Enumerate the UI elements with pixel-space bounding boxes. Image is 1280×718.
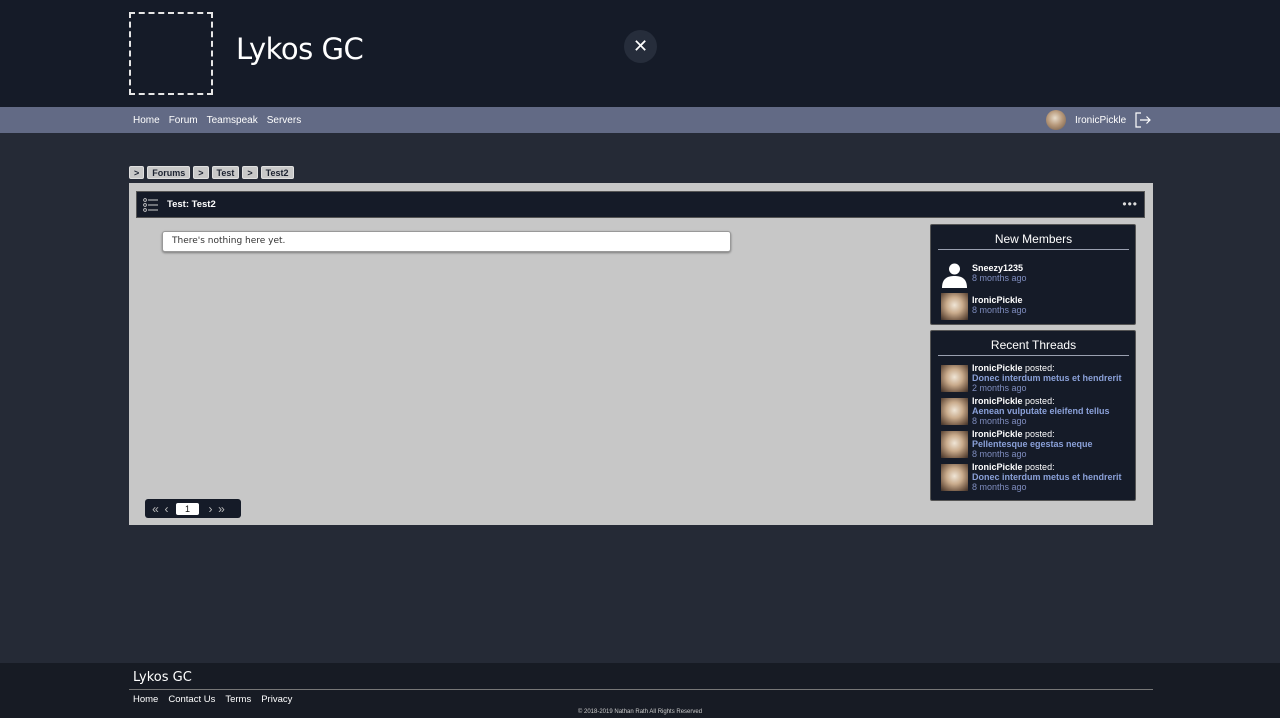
thread-author[interactable]: IronicPickle <box>972 429 1023 439</box>
logout-icon[interactable] <box>1134 111 1152 129</box>
footer-terms-link[interactable]: Terms <box>225 694 251 705</box>
thread-link[interactable]: Donec interdum metus et hendrerit <box>972 373 1122 383</box>
thread-item: IronicPickle posted: Pellentesque egesta… <box>941 429 1136 459</box>
footer-home-link[interactable]: Home <box>133 694 158 705</box>
site-header: Lykos GC ✕ <box>0 0 1280 107</box>
member-name[interactable]: Sneezy1235 <box>972 263 1023 273</box>
thread-author-avatar <box>941 365 968 392</box>
more-dots-icon[interactable]: ••• <box>1122 197 1138 211</box>
posted-label: posted: <box>1025 429 1055 439</box>
breadcrumb-forums[interactable]: Forums <box>147 166 191 179</box>
site-footer: Lykos GC Home Contact Us Terms Privacy ©… <box>0 663 1280 718</box>
nav-home[interactable]: Home <box>133 115 160 126</box>
prev-page-button[interactable]: ‹ <box>161 502 172 516</box>
thread-link[interactable]: Pellentesque egestas neque <box>972 439 1093 449</box>
widget-title: New Members <box>938 232 1129 250</box>
thread-post-line: IronicPickle posted: <box>972 396 1055 406</box>
forum-panel: Test: Test2 ••• There's nothing here yet… <box>129 183 1153 525</box>
footer-title: Lykos GC <box>133 670 192 685</box>
site-title[interactable]: Lykos GC <box>236 32 364 66</box>
last-page-button[interactable]: » <box>216 502 227 516</box>
thread-link[interactable]: Donec interdum metus et hendrerit <box>972 472 1122 482</box>
new-members-widget: New Members Sneezy1235 8 months ago Iron… <box>930 224 1136 325</box>
member-joined-time: 8 months ago <box>972 273 1027 283</box>
thread-item: IronicPickle posted: Aenean vulputate el… <box>941 396 1136 426</box>
nav-forum[interactable]: Forum <box>169 115 198 126</box>
footer-contact-link[interactable]: Contact Us <box>168 694 215 705</box>
member-avatar <box>941 293 968 320</box>
thread-time: 8 months ago <box>972 416 1027 426</box>
thread-post-line: IronicPickle posted: <box>972 462 1055 472</box>
thread-post-line: IronicPickle posted: <box>972 363 1055 373</box>
thread-time: 8 months ago <box>972 449 1027 459</box>
recent-threads-widget: Recent Threads IronicPickle posted: Done… <box>930 330 1136 501</box>
thread-author-avatar <box>941 431 968 458</box>
nav-servers[interactable]: Servers <box>267 115 301 126</box>
posted-label: posted: <box>1025 363 1055 373</box>
thread-author-avatar <box>941 398 968 425</box>
thread-post-line: IronicPickle posted: <box>972 429 1055 439</box>
site-logo-placeholder[interactable] <box>129 12 213 95</box>
next-page-button[interactable]: › <box>205 502 216 516</box>
nav-teamspeak[interactable]: Teamspeak <box>207 115 258 126</box>
pagination: « ‹ 1 › » <box>145 499 241 518</box>
member-name[interactable]: IronicPickle <box>972 295 1023 305</box>
widget-title: Recent Threads <box>938 338 1129 356</box>
member-item[interactable]: IronicPickle 8 months ago <box>941 293 1131 320</box>
person-silhouette-icon <box>942 263 967 288</box>
copyright-text: © 2018-2019 Nathan Rath All Rights Reser… <box>577 709 703 715</box>
posted-label: posted: <box>1025 396 1055 406</box>
close-button[interactable]: ✕ <box>624 30 657 63</box>
thread-author[interactable]: IronicPickle <box>972 363 1023 373</box>
thread-time: 8 months ago <box>972 482 1027 492</box>
member-item[interactable]: Sneezy1235 8 months ago <box>941 261 1131 288</box>
footer-divider <box>129 689 1153 690</box>
empty-message: There's nothing here yet. <box>162 231 731 252</box>
breadcrumb-test2[interactable]: Test2 <box>260 166 294 179</box>
panel-title: Test: Test2 <box>167 199 216 210</box>
panel-header: Test: Test2 ••• <box>136 191 1145 218</box>
breadcrumb-test[interactable]: Test <box>211 166 240 179</box>
user-name[interactable]: IronicPickle <box>1075 115 1126 126</box>
thread-item: IronicPickle posted: Donec interdum metu… <box>941 363 1136 393</box>
footer-links: Home Contact Us Terms Privacy <box>133 694 302 705</box>
posted-label: posted: <box>1025 462 1055 472</box>
list-icon <box>143 198 158 212</box>
breadcrumb-separator[interactable]: > <box>242 166 258 179</box>
footer-privacy-link[interactable]: Privacy <box>261 694 292 705</box>
thread-author[interactable]: IronicPickle <box>972 462 1023 472</box>
user-area: IronicPickle <box>1046 109 1152 131</box>
close-icon: ✕ <box>632 36 649 56</box>
user-avatar[interactable] <box>1046 110 1066 130</box>
breadcrumb-separator[interactable]: > <box>193 166 209 179</box>
thread-item: IronicPickle posted: Donec interdum metu… <box>941 462 1136 492</box>
thread-author-avatar <box>941 464 968 491</box>
nav-links: Home Forum Teamspeak Servers <box>133 107 310 133</box>
first-page-button[interactable]: « <box>150 502 161 516</box>
thread-time: 2 months ago <box>972 383 1027 393</box>
breadcrumb-separator[interactable]: > <box>129 166 145 179</box>
page-number-button[interactable]: 1 <box>176 502 199 515</box>
thread-author[interactable]: IronicPickle <box>972 396 1023 406</box>
thread-link[interactable]: Aenean vulputate eleifend tellus <box>972 406 1110 416</box>
main-nav: Home Forum Teamspeak Servers IronicPickl… <box>0 107 1280 133</box>
breadcrumb: > Forums > Test > Test2 <box>129 166 297 179</box>
member-joined-time: 8 months ago <box>972 305 1027 315</box>
